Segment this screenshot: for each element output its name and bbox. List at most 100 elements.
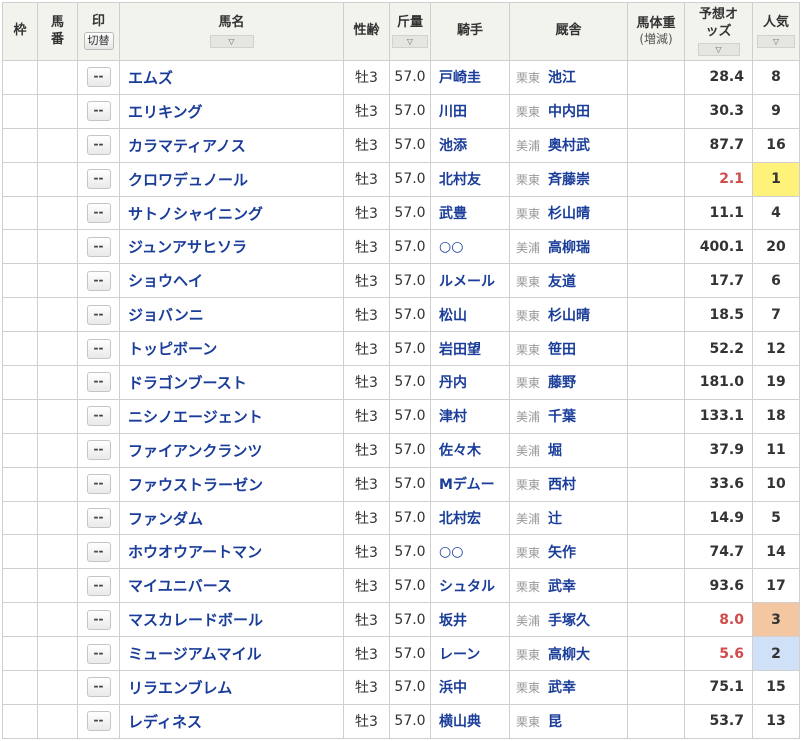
horse-name-link[interactable]: ショウヘイ xyxy=(119,263,344,299)
mark-button[interactable]: -- xyxy=(86,575,111,596)
jockey-link[interactable]: ルメール xyxy=(430,263,510,299)
trainer-link[interactable]: 西村 xyxy=(548,477,576,493)
umaban-cell xyxy=(37,636,78,672)
jockey-link[interactable]: 浜中 xyxy=(430,670,510,705)
horse-name-link[interactable]: エリキング xyxy=(119,93,344,129)
popularity-cell: 15 xyxy=(752,670,800,705)
jockey-link[interactable]: 北村友 xyxy=(430,161,510,197)
jockey-link[interactable]: 横山典 xyxy=(430,703,510,739)
trainer-link[interactable]: 堀 xyxy=(548,443,562,459)
mark-button[interactable]: -- xyxy=(86,643,111,664)
mark-cell: -- xyxy=(77,500,120,536)
trainer-link[interactable]: 友道 xyxy=(548,274,576,290)
mark-button[interactable]: -- xyxy=(86,135,111,156)
trainer-link[interactable]: 矢作 xyxy=(548,545,576,561)
stable-area: 栗東 xyxy=(516,105,541,120)
mark-button[interactable]: -- xyxy=(86,711,111,732)
mark-button[interactable]: -- xyxy=(86,67,111,88)
header-name[interactable]: 馬名 ▽ xyxy=(119,2,344,61)
horse-name-link[interactable]: ファンダム xyxy=(119,500,344,536)
horse-name-link[interactable]: ホウオウアートマン xyxy=(119,534,344,570)
trainer-link[interactable]: 昆 xyxy=(548,714,562,730)
header-pop[interactable]: 人気 ▽ xyxy=(752,2,800,61)
horse-name-link[interactable]: カラマティアノス xyxy=(119,127,344,163)
mark-button[interactable]: -- xyxy=(86,338,111,359)
mark-button[interactable]: -- xyxy=(86,270,111,291)
jockey-link[interactable]: Mデムー xyxy=(430,466,510,502)
jockey-link[interactable]: 津村 xyxy=(430,398,510,434)
horse-name-link[interactable]: ジョバンニ xyxy=(119,297,344,333)
jockey-link[interactable]: シュタル xyxy=(430,568,510,604)
mark-button[interactable]: -- xyxy=(86,203,111,223)
horse-name-link[interactable]: ミュージアムマイル xyxy=(119,636,344,672)
jockey-link[interactable]: 戸崎圭 xyxy=(430,60,510,95)
trainer-link[interactable]: 杉山晴 xyxy=(548,206,590,222)
header-weight[interactable]: 斤量 ▽ xyxy=(389,2,431,61)
umaban-cell xyxy=(37,93,78,129)
trainer-link[interactable]: 斉藤崇 xyxy=(548,172,590,188)
mark-toggle-button[interactable]: 切替 xyxy=(83,31,114,50)
sort-odds-button[interactable]: ▽ xyxy=(697,42,740,56)
jockey-link[interactable]: ○○ xyxy=(430,229,510,265)
horse-name-link[interactable]: リラエンブレム xyxy=(119,670,344,705)
trainer-link[interactable]: 高柳瑞 xyxy=(548,240,590,256)
horse-name-link[interactable]: マイユニバース xyxy=(119,568,344,604)
mark-button[interactable]: -- xyxy=(86,406,111,427)
mark-button[interactable]: -- xyxy=(86,440,111,461)
jockey-link[interactable]: 佐々木 xyxy=(430,432,510,468)
mark-button[interactable]: -- xyxy=(86,677,111,698)
trainer-link[interactable]: 武幸 xyxy=(548,680,576,696)
horse-name-link[interactable]: ファイアンクランツ xyxy=(119,432,344,468)
mark-button[interactable]: -- xyxy=(86,609,111,630)
jockey-link[interactable]: 丹内 xyxy=(430,365,510,400)
sort-weight-button[interactable]: ▽ xyxy=(392,34,428,48)
mark-button[interactable]: -- xyxy=(86,508,111,529)
mark-button[interactable]: -- xyxy=(86,101,111,122)
sort-pop-button[interactable]: ▽ xyxy=(757,34,795,48)
entry-table: 枠 馬番 印 切替 馬名 ▽ 性齢 斤量 ▽ 騎手 厩舎 馬体重 (増減) 予想… xyxy=(2,2,800,739)
jockey-link[interactable]: レーン xyxy=(430,636,510,672)
jockey-link[interactable]: 坂井 xyxy=(430,602,510,638)
jockey-link[interactable]: 松山 xyxy=(430,297,510,333)
body-weight-cell xyxy=(627,195,685,231)
stable-area: 栗東 xyxy=(516,715,541,730)
umaban-cell xyxy=(37,297,78,333)
horse-name-link[interactable]: サトノシャイニング xyxy=(119,195,344,231)
trainer-link[interactable]: 藤野 xyxy=(548,375,576,391)
trainer-link[interactable]: 中内田 xyxy=(548,104,590,120)
horse-name-link[interactable]: ニシノエージェント xyxy=(119,398,344,434)
jockey-link[interactable]: 武豊 xyxy=(430,195,510,231)
jockey-link[interactable]: 北村宏 xyxy=(430,500,510,536)
horse-name-link[interactable]: ファウストラーゼン xyxy=(119,466,344,502)
mark-button[interactable]: -- xyxy=(86,236,111,257)
trainer-link[interactable]: 杉山晴 xyxy=(548,308,590,324)
jockey-link[interactable]: ○○ xyxy=(430,534,510,570)
trainer-link[interactable]: 武幸 xyxy=(548,579,576,595)
jockey-link[interactable]: 池添 xyxy=(430,127,510,163)
horse-name-link[interactable]: エムズ xyxy=(119,60,344,95)
mark-button[interactable]: -- xyxy=(86,541,111,562)
header-odds[interactable]: 予想オッズ ▽ xyxy=(684,2,753,61)
horse-name-link[interactable]: クロワデュノール xyxy=(119,161,344,197)
trainer-link[interactable]: 笹田 xyxy=(548,342,576,358)
horse-name-link[interactable]: ジュンアサヒソラ xyxy=(119,229,344,265)
trainer-link[interactable]: 手塚久 xyxy=(548,613,590,629)
horse-name-link[interactable]: レディネス xyxy=(119,703,344,739)
trainer-link[interactable]: 高柳大 xyxy=(548,647,590,663)
horse-name-link[interactable]: トッピボーン xyxy=(119,331,344,367)
carried-weight-cell: 57.0 xyxy=(389,636,431,672)
jockey-link[interactable]: 岩田望 xyxy=(430,331,510,367)
horse-name-link[interactable]: マスカレードボール xyxy=(119,602,344,638)
carried-weight-cell: 57.0 xyxy=(389,297,431,333)
trainer-link[interactable]: 千葉 xyxy=(548,409,576,425)
mark-button[interactable]: -- xyxy=(86,372,111,393)
sort-name-button[interactable]: ▽ xyxy=(209,34,254,48)
horse-name-link[interactable]: ドラゴンブースト xyxy=(119,365,344,400)
mark-button[interactable]: -- xyxy=(86,474,111,495)
trainer-link[interactable]: 辻 xyxy=(548,511,562,527)
trainer-link[interactable]: 奥村武 xyxy=(548,138,590,154)
trainer-link[interactable]: 池江 xyxy=(548,70,576,86)
mark-button[interactable]: -- xyxy=(86,169,111,190)
mark-button[interactable]: -- xyxy=(86,304,111,325)
jockey-link[interactable]: 川田 xyxy=(430,93,510,129)
